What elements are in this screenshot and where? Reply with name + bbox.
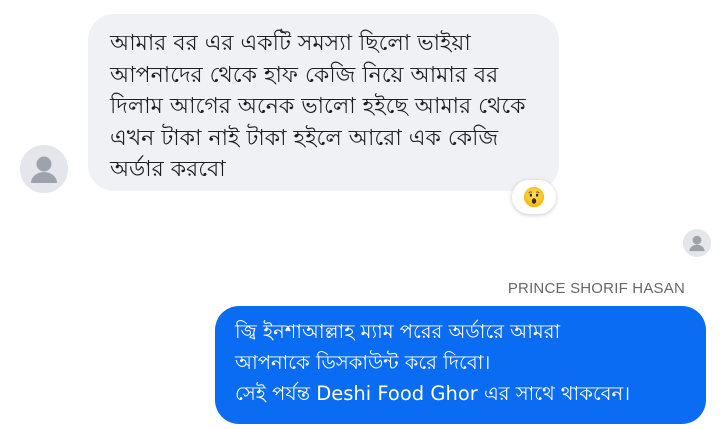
incoming-avatar[interactable] bbox=[20, 145, 68, 193]
message-line: সেই পর্যন্ত Deshi Food Ghor এর সাথে থাকব… bbox=[235, 382, 631, 405]
outgoing-message-bubble[interactable]: জ্বি ইনশাআল্লাহ ম্যাম পরের অর্ডারে আমরা … bbox=[215, 306, 706, 424]
message-line: আমার বর এর একটি সমস্যা ছিলো ভাইয়া bbox=[110, 31, 471, 56]
message-line: অর্ডার করবো bbox=[110, 157, 226, 182]
seen-avatar bbox=[683, 229, 711, 257]
person-icon bbox=[20, 145, 68, 193]
wow-emoji-icon bbox=[523, 186, 545, 208]
person-icon bbox=[683, 229, 711, 257]
incoming-message-bubble[interactable]: আমার বর এর একটি সমস্যা ছিলো ভাইয়া আপনাদ… bbox=[88, 14, 559, 191]
message-line: জ্বি ইনশাআল্লাহ ম্যাম পরের অর্ডারে আমরা bbox=[235, 320, 561, 343]
message-line: আপনাদের থেকে হাফ কেজি নিয়ে আমার বর bbox=[110, 62, 499, 88]
message-reaction[interactable] bbox=[512, 180, 556, 214]
sender-name: PRINCE SHORIF HASAN bbox=[507, 280, 685, 297]
message-line: দিলাম আগের অনেক ভালো হইছে আমার থেকে bbox=[110, 94, 526, 119]
message-line: আপনাকে ডিসকাউন্ট করে দিবো। bbox=[235, 351, 491, 374]
message-line: এখন টাকা নাই টাকা হইলে আরো এক কেজি bbox=[110, 125, 499, 151]
